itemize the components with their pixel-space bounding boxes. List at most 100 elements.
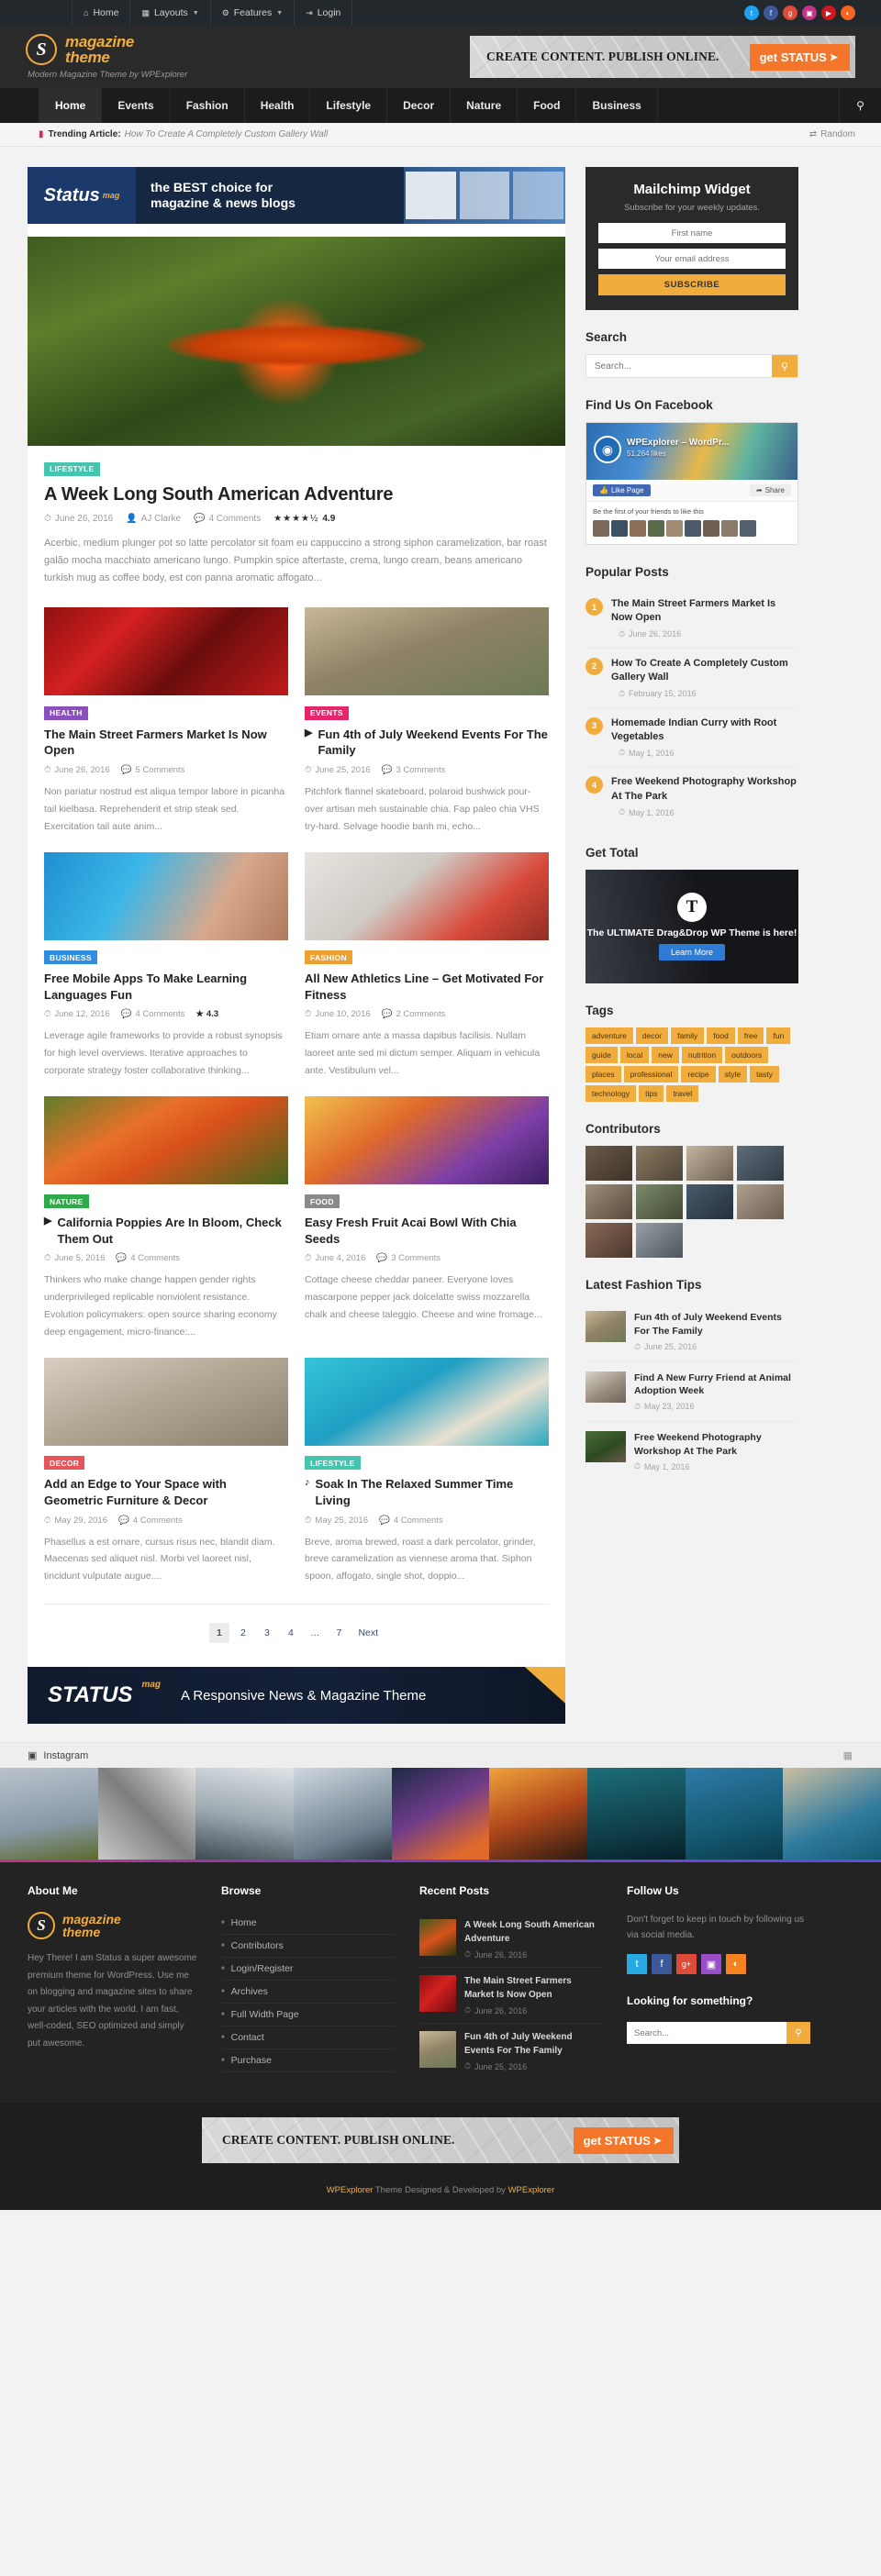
admin-bar-item-features[interactable]: ⚙ Features ▼ bbox=[211, 0, 296, 26]
footer-link-login-register[interactable]: ■ Login/Register bbox=[221, 1958, 396, 1982]
tag-link[interactable]: food bbox=[707, 1027, 735, 1045]
tag-link[interactable]: decor bbox=[635, 1027, 669, 1045]
post-category-badge[interactable]: FASHION bbox=[305, 950, 352, 965]
google-plus-icon[interactable]: g+ bbox=[676, 1954, 697, 1975]
tag-link[interactable]: free bbox=[737, 1027, 764, 1045]
avatar[interactable] bbox=[585, 1223, 632, 1259]
tag-link[interactable]: places bbox=[585, 1066, 621, 1083]
tag-link[interactable]: outdoors bbox=[725, 1047, 769, 1064]
facebook-icon[interactable]: f bbox=[764, 6, 778, 20]
tag-link[interactable]: new bbox=[652, 1047, 679, 1064]
instagram-photo[interactable] bbox=[685, 1768, 784, 1860]
footer-ad-button[interactable]: get STATUS ➤ bbox=[573, 2126, 674, 2154]
tag-link[interactable]: tasty bbox=[750, 1066, 780, 1083]
site-branding[interactable]: S magazine theme Modern Magazine Theme b… bbox=[26, 34, 187, 80]
footer-link-full-width-page[interactable]: ■ Full Width Page bbox=[221, 2004, 396, 2027]
tag-link[interactable]: technology bbox=[585, 1085, 637, 1103]
nav-search-icon[interactable]: ⚲ bbox=[839, 88, 881, 123]
post-thumbnail[interactable] bbox=[305, 1095, 549, 1184]
facebook-page-name[interactable]: WPExplorer – WordPr... bbox=[627, 438, 730, 448]
latest-fashion-item[interactable]: Free Weekend Photography Workshop At The… bbox=[585, 1422, 798, 1481]
avatar[interactable] bbox=[636, 1184, 683, 1220]
post-category-badge[interactable]: HEALTH bbox=[44, 705, 88, 720]
avatar[interactable] bbox=[636, 1146, 683, 1182]
popular-post-item[interactable]: 3 Homemade Indian Curry with Root Vegeta… bbox=[585, 708, 798, 768]
post-thumbnail[interactable] bbox=[305, 851, 549, 940]
popular-post-item[interactable]: 2 How To Create A Completely Custom Gall… bbox=[585, 649, 798, 708]
footer-recent-item[interactable]: A Week Long South American Adventure ⏱ Ju… bbox=[419, 1912, 603, 1969]
post-category-badge[interactable]: FOOD bbox=[305, 1194, 340, 1209]
footer-link-contact[interactable]: ■ Contact bbox=[221, 2026, 396, 2050]
popular-post-item[interactable]: 4 Free Weekend Photography Workshop At T… bbox=[585, 767, 798, 826]
post-thumbnail[interactable] bbox=[44, 1095, 288, 1184]
twitter-icon[interactable]: t bbox=[627, 1954, 647, 1975]
post-category-badge[interactable]: EVENTS bbox=[305, 705, 349, 720]
get-total-learn-more-button[interactable]: Learn More bbox=[658, 944, 726, 961]
search-input[interactable] bbox=[586, 355, 772, 377]
nav-item-fashion[interactable]: Fashion bbox=[171, 88, 245, 123]
pagination-page-7[interactable]: 7 bbox=[329, 1623, 349, 1643]
grid-icon[interactable]: ▦ bbox=[843, 1749, 853, 1761]
admin-bar-item-home[interactable]: ⌂ Home bbox=[72, 0, 131, 26]
tag-link[interactable]: professional bbox=[623, 1066, 679, 1083]
post-comments-value[interactable]: 4 Comments bbox=[208, 514, 261, 524]
footer-advertisement[interactable]: CREATE CONTENT. PUBLISH ONLINE. get STAT… bbox=[202, 2117, 679, 2164]
footer-link-purchase[interactable]: ■ Purchase bbox=[221, 2049, 396, 2073]
post-thumbnail[interactable] bbox=[305, 607, 549, 696]
nav-item-events[interactable]: Events bbox=[102, 88, 171, 123]
post-title[interactable]: ▶ Fun 4th of July Weekend Events For The… bbox=[305, 727, 549, 759]
instagram-photo[interactable] bbox=[783, 1768, 881, 1860]
post-title[interactable]: ▶ California Poppies Are In Bloom, Check… bbox=[44, 1215, 288, 1247]
nav-item-home[interactable]: Home bbox=[39, 88, 103, 123]
nav-item-nature[interactable]: Nature bbox=[451, 88, 519, 123]
instagram-photo[interactable] bbox=[391, 1768, 490, 1860]
latest-fashion-item[interactable]: Find A New Furry Friend at Animal Adopti… bbox=[585, 1362, 798, 1422]
tag-link[interactable]: local bbox=[619, 1047, 650, 1064]
nav-item-lifestyle[interactable]: Lifestyle bbox=[310, 88, 388, 123]
facebook-like-button[interactable]: 👍 Like Page bbox=[593, 484, 651, 496]
latest-fashion-item[interactable]: Fun 4th of July Weekend Events For The F… bbox=[585, 1302, 798, 1362]
post-title[interactable]: All New Athletics Line – Get Motivated F… bbox=[305, 971, 549, 1003]
post-title[interactable]: The Main Street Farmers Market Is Now Op… bbox=[44, 727, 288, 759]
pagination-page-2[interactable]: 2 bbox=[233, 1623, 253, 1643]
avatar[interactable] bbox=[737, 1146, 784, 1182]
avatar[interactable] bbox=[585, 1184, 632, 1220]
nav-item-food[interactable]: Food bbox=[518, 88, 577, 123]
content-promo-banner[interactable]: Status mag the BEST choice for magazine … bbox=[28, 167, 565, 224]
post-thumbnail[interactable] bbox=[44, 851, 288, 940]
copyright-suffix-link[interactable]: WPExplorer bbox=[508, 2185, 555, 2195]
post-category-badge[interactable]: DECOR bbox=[44, 1456, 85, 1471]
footer-link-home[interactable]: ■ Home bbox=[221, 1912, 396, 1936]
mailchimp-subscribe-button[interactable]: SUBSCRIBE bbox=[598, 274, 786, 295]
footer-recent-item[interactable]: The Main Street Farmers Market Is Now Op… bbox=[419, 1968, 603, 2025]
copyright-prefix-link[interactable]: WPExplorer bbox=[327, 2185, 374, 2195]
featured-category-badge[interactable]: LIFESTYLE bbox=[44, 461, 100, 476]
mailchimp-firstname-input[interactable] bbox=[598, 223, 786, 243]
twitter-icon[interactable]: t bbox=[744, 6, 759, 20]
nav-item-business[interactable]: Business bbox=[576, 88, 658, 123]
facebook-share-button[interactable]: ➦ Share bbox=[749, 484, 791, 496]
tag-link[interactable]: tips bbox=[639, 1085, 664, 1103]
post-thumbnail[interactable] bbox=[305, 1357, 549, 1446]
avatar[interactable] bbox=[686, 1146, 733, 1182]
footer-link-archives[interactable]: ■ Archives bbox=[221, 1981, 396, 2004]
random-post-button[interactable]: ⇄ Random bbox=[809, 129, 855, 139]
google-plus-icon[interactable]: g bbox=[783, 6, 797, 20]
instagram-icon[interactable]: ▣ bbox=[701, 1954, 721, 1975]
avatar[interactable] bbox=[737, 1184, 784, 1220]
post-title[interactable]: Easy Fresh Fruit Acai Bowl With Chia See… bbox=[305, 1215, 549, 1247]
nav-item-health[interactable]: Health bbox=[245, 88, 311, 123]
instagram-photo[interactable] bbox=[489, 1768, 588, 1860]
content-bottom-advertisement[interactable]: STATUS mag A Responsive News & Magazine … bbox=[28, 1667, 565, 1725]
tag-link[interactable]: fun bbox=[766, 1027, 791, 1045]
admin-bar-item-login[interactable]: ⇥ Login bbox=[295, 0, 353, 26]
tag-link[interactable]: travel bbox=[666, 1085, 699, 1103]
post-title[interactable]: Free Mobile Apps To Make Learning Langua… bbox=[44, 971, 288, 1003]
post-category-badge[interactable]: BUSINESS bbox=[44, 950, 97, 965]
post-thumbnail[interactable] bbox=[44, 607, 288, 696]
tag-link[interactable]: family bbox=[671, 1027, 705, 1045]
rss-icon[interactable]: ◐ bbox=[726, 1954, 746, 1975]
featured-post-title[interactable]: A Week Long South American Adventure bbox=[44, 484, 549, 505]
pagination-page-3[interactable]: 3 bbox=[257, 1623, 277, 1643]
tag-link[interactable]: nutrition bbox=[681, 1047, 723, 1064]
